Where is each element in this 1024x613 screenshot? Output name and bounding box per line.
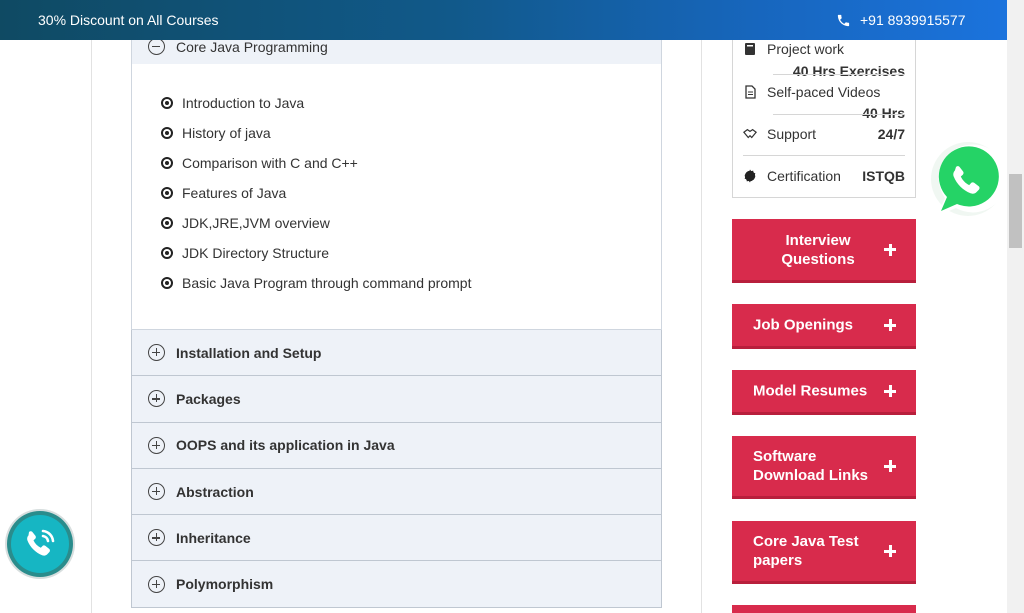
software-download-links-button[interactable]: Software Download Links <box>732 436 916 499</box>
bullet-icon <box>161 277 173 289</box>
module-topics: Introduction to Java History of java Com… <box>131 64 662 330</box>
info-value: 40 Hrs Exercises <box>792 63 905 79</box>
info-label: Project work <box>767 41 845 57</box>
plus-circle-icon <box>148 344 165 362</box>
module-title: OOPS and its application in Java <box>176 437 395 454</box>
info-value: 40 Hrs <box>862 105 905 121</box>
button-label: Job Openings <box>753 316 854 334</box>
info-label: Support <box>767 126 817 142</box>
info-value: ISTQB <box>862 168 905 184</box>
plus-circle-icon <box>148 483 165 501</box>
certificate-seal-icon <box>744 169 756 183</box>
course-info-card: Project work 40 Hrs Exercises Self-paced… <box>732 30 916 198</box>
content-divider <box>91 40 92 613</box>
info-row-videos: Self-paced Videos <box>743 84 905 100</box>
topic-item: Comparison with C and C++ <box>132 148 661 178</box>
module-title: Polymorphism <box>176 576 274 593</box>
page-scrollbar[interactable] <box>1007 0 1024 613</box>
module-header[interactable]: Packages <box>131 376 662 423</box>
interview-questions-button[interactable]: Interview Questions <box>732 219 916 283</box>
module-title: Inheritance <box>176 529 251 546</box>
module-title: Installation and Setup <box>176 344 322 361</box>
topic-label: Comparison with C and C++ <box>182 155 358 171</box>
curriculum-accordion: Core Java Programming Introduction to Ja… <box>131 28 662 608</box>
phone-number: +91 8939915577 <box>860 12 966 28</box>
plus-circle-icon <box>148 575 165 593</box>
module-header[interactable]: Installation and Setup <box>131 330 662 377</box>
more-button[interactable] <box>732 605 916 613</box>
plus-icon <box>884 319 896 331</box>
bullet-icon <box>161 247 173 259</box>
plus-icon <box>884 460 896 472</box>
plus-circle-icon <box>148 390 165 408</box>
core-java-test-papers-button[interactable]: Core Java Test papers <box>732 521 916 584</box>
topic-item: History of java <box>132 118 661 148</box>
module-title: Packages <box>176 390 241 407</box>
topic-item: Introduction to Java <box>132 88 661 118</box>
topic-label: JDK,JRE,JVM overview <box>182 215 330 231</box>
topic-label: History of java <box>182 125 271 141</box>
promo-text: 30% Discount on All Courses <box>38 12 219 28</box>
document-icon <box>745 85 756 99</box>
topic-label: Basic Java Program through command promp… <box>182 275 472 291</box>
plus-icon <box>884 545 896 557</box>
button-label: Model Resumes <box>753 382 868 400</box>
topic-item: JDK,JRE,JVM overview <box>132 208 661 238</box>
divider <box>773 74 905 75</box>
info-row-certification: Certification ISTQB <box>743 168 905 184</box>
info-row-videos-value: 40 Hrs <box>743 105 905 121</box>
book-icon <box>745 43 755 55</box>
content-divider <box>701 40 702 613</box>
bullet-icon <box>161 97 173 109</box>
scrollbar-thumb[interactable] <box>1009 174 1022 248</box>
info-value: 24/7 <box>877 126 905 142</box>
topic-label: Features of Java <box>182 185 287 201</box>
topic-label: Introduction to Java <box>182 95 305 111</box>
button-label: Interview Questions <box>781 231 855 268</box>
topic-item: JDK Directory Structure <box>132 238 661 268</box>
module-title: Core Java Programming <box>176 38 328 55</box>
module-header[interactable]: OOPS and its application in Java <box>131 422 662 469</box>
module-header[interactable]: Polymorphism <box>131 561 662 608</box>
bullet-icon <box>161 217 173 229</box>
whatsapp-icon[interactable] <box>927 140 1007 220</box>
minus-circle-icon <box>148 38 165 55</box>
divider <box>743 155 905 156</box>
button-label: Core Java Test papers <box>753 533 859 569</box>
plus-circle-icon <box>148 529 165 547</box>
promo-bar: 30% Discount on All Courses +91 89399155… <box>0 0 1007 40</box>
bullet-icon <box>161 187 173 199</box>
module-header[interactable]: Inheritance <box>131 515 662 562</box>
phone-link[interactable]: +91 8939915577 <box>836 12 966 28</box>
info-row-support: Support 24/7 <box>743 126 905 142</box>
topic-item: Basic Java Program through command promp… <box>132 268 661 298</box>
phone-icon <box>837 14 850 26</box>
bullet-icon <box>161 157 173 169</box>
info-row-project: Project work <box>743 41 905 57</box>
topic-item: Features of Java <box>132 178 661 208</box>
plus-icon <box>884 243 896 256</box>
button-label: Software Download Links <box>753 448 869 484</box>
divider <box>773 114 905 115</box>
module-title: Abstraction <box>176 483 254 500</box>
handshake-icon <box>743 128 757 139</box>
bullet-icon <box>161 127 173 139</box>
plus-circle-icon <box>148 436 165 454</box>
model-resumes-button[interactable]: Model Resumes <box>732 370 916 415</box>
info-label: Self-paced Videos <box>767 84 881 100</box>
plus-icon <box>884 385 896 397</box>
job-openings-button[interactable]: Job Openings <box>732 304 916 349</box>
info-row-project-value: 40 Hrs Exercises <box>743 63 905 79</box>
call-button-icon[interactable] <box>4 508 76 580</box>
module-header[interactable]: Abstraction <box>131 468 662 516</box>
topic-label: JDK Directory Structure <box>182 245 330 261</box>
info-label: Certification <box>767 168 841 184</box>
